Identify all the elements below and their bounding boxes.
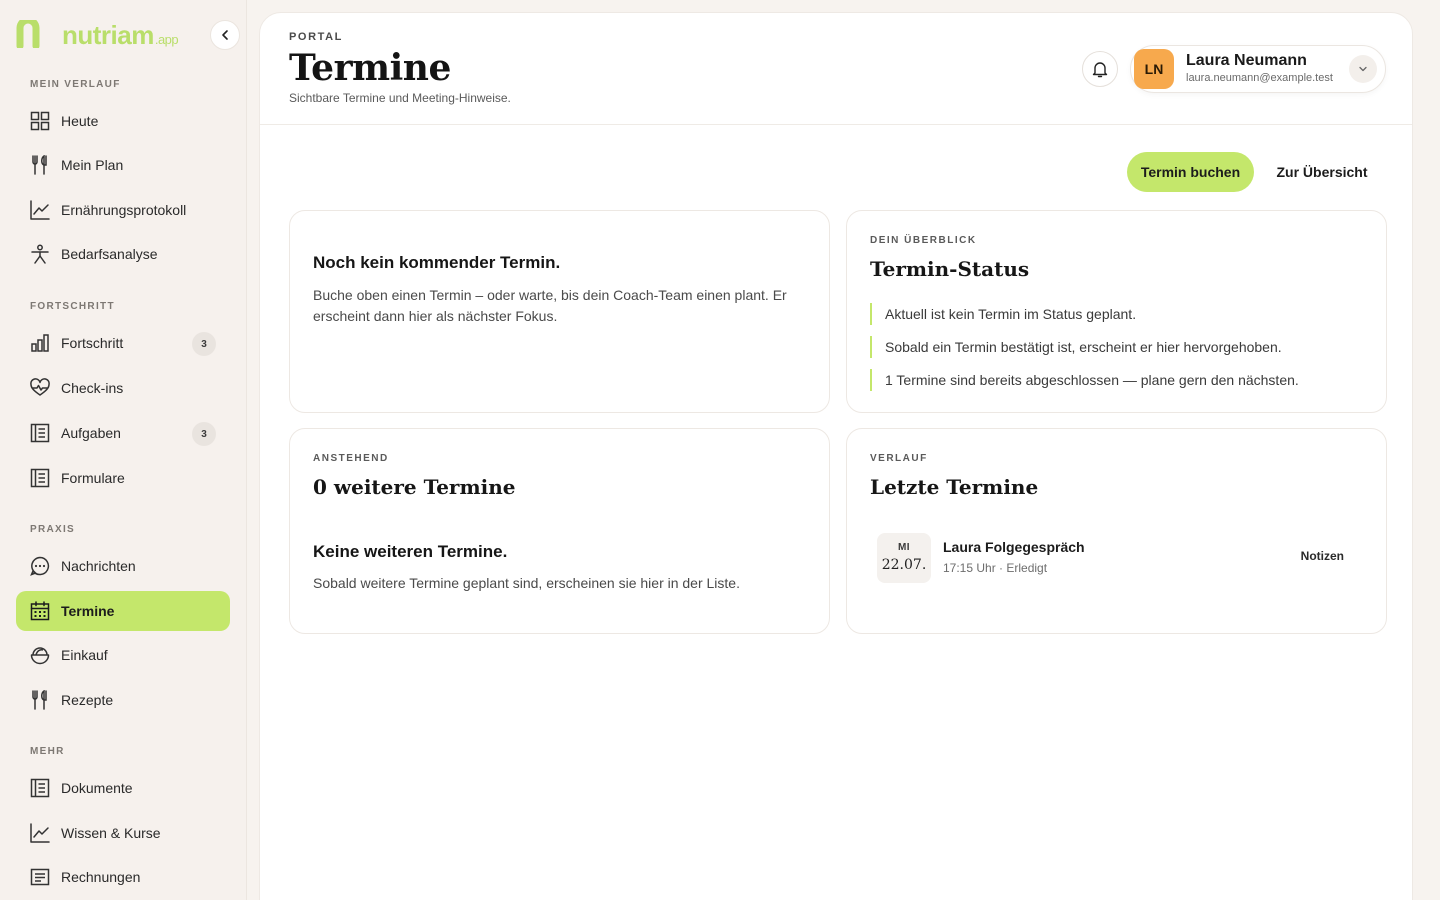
sidebar-item-label: Fortschritt [61, 335, 124, 351]
status-line: Sobald ein Termin bestätigt ist, erschei… [870, 336, 1282, 358]
nav-section-mehr: MEHR [30, 746, 65, 757]
page-header: PORTAL Termine Sichtbare Termine und Mee… [260, 13, 1412, 125]
list-icon [29, 422, 51, 444]
upcoming-eyebrow: ANSTEHEND [313, 453, 389, 464]
status-line: 1 Termine sind bereits abgeschlossen — p… [870, 369, 1299, 391]
list-icon [29, 467, 51, 489]
basket-icon [29, 644, 51, 666]
upcoming-empty-body: Sobald weitere Termine geplant sind, ers… [313, 575, 740, 591]
sidebar-item-label: Einkauf [61, 647, 108, 663]
notes-link[interactable]: Notizen [1301, 549, 1344, 563]
sidebar-item-fortschritt[interactable]: Fortschritt 3 [16, 323, 230, 363]
sidebar-item-rechnungen[interactable]: Rechnungen [16, 857, 230, 897]
sidebar-item-einkauf[interactable]: Einkauf [16, 635, 230, 675]
sidebar-item-label: Rechnungen [61, 869, 141, 885]
user-menu[interactable]: LN Laura Neumann laura.neumann@example.t… [1130, 45, 1386, 93]
status-card: DEIN ÜBERBLICK Termin-Status Aktuell ist… [846, 210, 1387, 413]
history-title: Letzte Termine [870, 475, 1039, 499]
book-appointment-button[interactable]: Termin buchen [1127, 152, 1254, 192]
user-name: Laura Neumann [1186, 52, 1307, 69]
bar-chart-icon [29, 332, 51, 354]
sidebar-item-label: Aufgaben [61, 425, 121, 441]
sidebar-item-label: Ernährungsprotokoll [61, 202, 187, 218]
page-eyebrow: PORTAL [289, 31, 344, 43]
sidebar-item-label: Mein Plan [61, 157, 124, 173]
sidebar-item-wissen-kurse[interactable]: Wissen & Kurse [16, 813, 230, 853]
calendar-icon [29, 600, 51, 622]
sidebar-item-termine[interactable]: Termine [16, 591, 230, 631]
heart-pulse-icon [29, 377, 51, 399]
sidebar-item-label: Nachrichten [61, 558, 136, 574]
nav-section-fortschritt: FORTSCHRITT [30, 301, 115, 312]
collapse-sidebar-button[interactable] [210, 20, 240, 50]
sidebar-item-label: Check-ins [61, 380, 124, 396]
date-day-month: 22.07. [881, 557, 927, 573]
count-badge: 3 [192, 332, 216, 356]
user-menu-toggle[interactable] [1349, 55, 1377, 83]
chart-line-icon [29, 822, 51, 844]
sidebar-item-label: Heute [61, 113, 99, 129]
sidebar-item-dokumente[interactable]: Dokumente [16, 768, 230, 808]
nav-section-mein-verlauf: MEIN VERLAUF [30, 79, 121, 90]
status-title: Termin-Status [870, 257, 1030, 281]
chat-icon [29, 555, 51, 577]
sidebar-item-nachrichten[interactable]: Nachrichten [16, 546, 230, 586]
sidebar-item-formulare[interactable]: Formulare [16, 458, 230, 498]
receipt-icon [29, 866, 51, 888]
nav-section-praxis: PRAXIS [30, 524, 76, 535]
logo-row: nutriam.app [16, 18, 242, 52]
sidebar-item-label: Wissen & Kurse [61, 825, 161, 841]
chevron-down-icon [1359, 66, 1367, 72]
sidebar-item-rezepte[interactable]: Rezepte [16, 680, 230, 720]
chart-line-icon [29, 199, 51, 221]
user-email: laura.neumann@example.test [1186, 72, 1333, 84]
upcoming-card: ANSTEHEND 0 weitere Termine Keine weiter… [289, 428, 830, 634]
utensils-icon [29, 154, 51, 176]
bell-icon [1092, 62, 1108, 78]
avatar: LN [1134, 49, 1174, 89]
page-subtitle: Sichtbare Termine und Meeting-Hinweise. [289, 91, 511, 105]
notifications-button[interactable] [1082, 51, 1118, 87]
sidebar-item-label: Dokumente [61, 780, 133, 796]
sidebar-item-aufgaben[interactable]: Aufgaben 3 [16, 413, 230, 453]
sidebar-item-label: Formulare [61, 470, 125, 486]
date-tile: MI 22.07. [877, 533, 931, 583]
sidebar-item-heute[interactable]: Heute [16, 101, 230, 141]
sidebar: nutriam.app MEIN VERLAUF Heute Mein Plan… [0, 0, 247, 900]
count-badge: 3 [192, 422, 216, 446]
person-icon [29, 243, 51, 265]
logo-wordmark[interactable]: nutriam.app [62, 20, 179, 51]
chevron-left-icon [222, 30, 228, 40]
sidebar-item-mein-plan[interactable]: Mein Plan [16, 145, 230, 185]
utensils-icon [29, 689, 51, 711]
sidebar-item-label: Bedarfsanalyse [61, 246, 158, 262]
main-panel: PORTAL Termine Sichtbare Termine und Mee… [259, 12, 1413, 900]
logo-icon [16, 20, 40, 48]
sidebar-item-ernaehrungsprotokoll[interactable]: Ernährungsprotokoll [16, 190, 230, 230]
grid-icon [29, 110, 51, 132]
appointment-title: Laura Folgegespräch [943, 539, 1085, 555]
sidebar-item-bedarfsanalyse[interactable]: Bedarfsanalyse [16, 234, 230, 274]
page-title: Termine [289, 47, 451, 89]
appointment-meta: 17:15 Uhr · Erledigt [943, 561, 1048, 575]
status-line: Aktuell ist kein Termin im Status geplan… [870, 303, 1136, 325]
next-appointment-body: Buche oben einen Termin – oder warte, bi… [313, 287, 787, 324]
status-eyebrow: DEIN ÜBERBLICK [870, 235, 977, 246]
upcoming-empty-title: Keine weiteren Termine. [313, 542, 508, 561]
list-item[interactable]: MI 22.07. Laura Folgegespräch 17:15 Uhr … [870, 530, 1364, 584]
history-card: VERLAUF Letzte Termine MI 22.07. Laura F… [846, 428, 1387, 634]
next-appointment-title: Noch kein kommender Termin. [313, 253, 561, 272]
list-icon [29, 777, 51, 799]
upcoming-title: 0 weitere Termine [313, 475, 516, 499]
date-weekday: MI [897, 542, 911, 553]
overview-button[interactable]: Zur Übersicht [1266, 152, 1378, 192]
sidebar-item-label: Termine [61, 603, 115, 619]
next-appointment-card: Noch kein kommender Termin. Buche oben e… [289, 210, 830, 413]
sidebar-item-label: Rezepte [61, 692, 114, 708]
sidebar-item-check-ins[interactable]: Check-ins [16, 368, 230, 408]
history-eyebrow: VERLAUF [870, 453, 928, 464]
